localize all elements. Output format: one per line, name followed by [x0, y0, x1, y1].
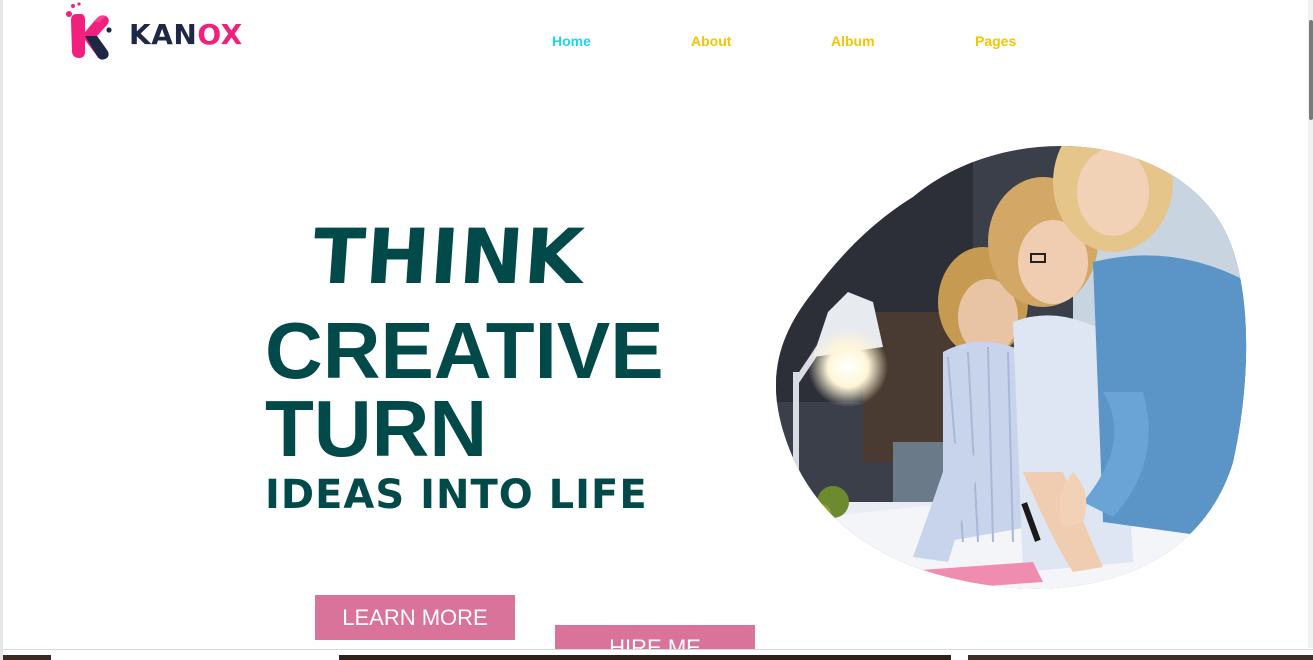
hire-me-button[interactable]: HIRE ME [555, 625, 755, 649]
nav-about[interactable]: About [691, 33, 731, 49]
preview-segment [968, 655, 1313, 660]
preview-segment [339, 655, 951, 660]
page: KANOX Home About Album Pages THINK CREAT… [0, 0, 1313, 660]
kanox-logo-icon [66, 2, 112, 60]
next-section-preview [3, 649, 1313, 660]
learn-more-button[interactable]: LEARN MORE [315, 595, 515, 640]
preview-segment [3, 655, 51, 660]
page-scrollbar[interactable] [1308, 0, 1313, 648]
hero-line-turn: TURN [265, 384, 488, 473]
hero-line-think: THINK [309, 212, 588, 301]
brand-logo[interactable]: KANOX [63, 2, 253, 62]
hero-line-ideas: IDEAS INTO LIFE [265, 472, 648, 518]
scrollbar-thumb[interactable] [1309, 20, 1313, 120]
main-nav: Home About Album Pages [3, 33, 1313, 53]
hero-team-photo [775, 145, 1247, 589]
nav-pages[interactable]: Pages [975, 33, 1016, 49]
nav-album[interactable]: Album [831, 33, 875, 49]
nav-home[interactable]: Home [552, 33, 591, 49]
